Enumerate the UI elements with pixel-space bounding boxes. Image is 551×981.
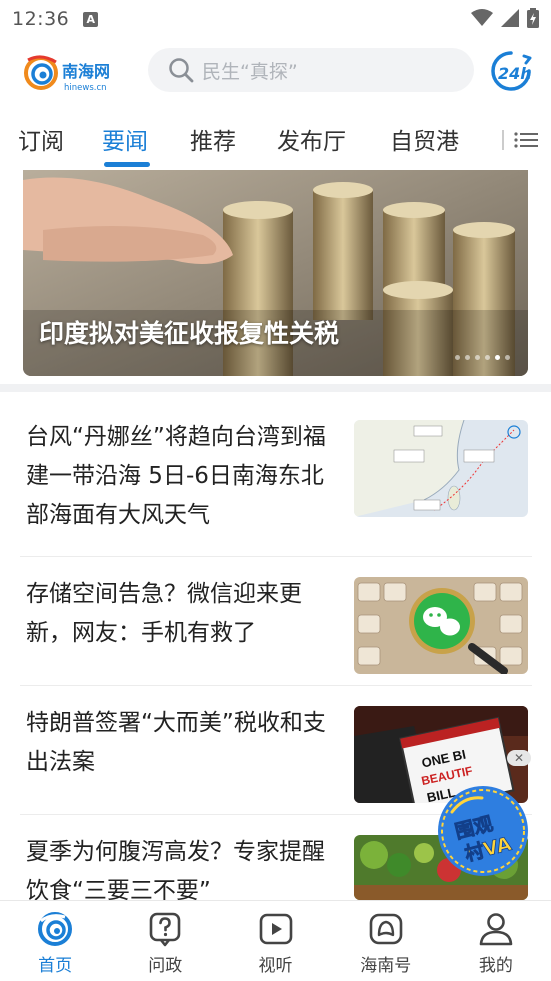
news-list-item[interactable]: 台风“丹娜丝”将趋向台湾到福建一带沿海 5日-6日南海东北部海面有大风天气 — [20, 418, 532, 558]
play-icon — [259, 913, 292, 945]
news-24h-icon[interactable]: 24h — [488, 50, 534, 92]
wifi-icon — [471, 9, 493, 26]
channel-menu-icon[interactable] — [502, 128, 540, 152]
news24-label: 24h — [498, 64, 532, 83]
nav-shiting[interactable]: 视听 — [220, 901, 330, 981]
hinews-logo[interactable]: 南海网 hinews.cn — [22, 50, 132, 92]
channel-tabs: 订阅 要闻 推荐 发布厅 自贸港 — [0, 110, 551, 168]
carousel-dot — [455, 355, 460, 360]
list-divider — [20, 685, 532, 686]
carousel-dot — [485, 355, 490, 360]
logo-name: 南海网 — [62, 62, 110, 81]
nav-mine[interactable]: 我的 — [441, 901, 551, 981]
logo-domain: hinews.cn — [64, 83, 107, 92]
status-bar: 12:36 A — [0, 0, 551, 38]
banner-caption: 印度拟对美征收报复性关税 — [39, 319, 340, 348]
status-time: 12:36 — [12, 8, 70, 30]
question-bubble-icon — [149, 912, 181, 947]
tab-subscribe[interactable]: 订阅 — [18, 122, 64, 156]
tab-headlines[interactable]: 要闻 — [102, 122, 148, 156]
home-swirl-icon — [38, 912, 73, 946]
nav-label: 首页 — [38, 956, 73, 976]
bottom-navigation: 首页 问政 视听 海南号 我的 — [0, 900, 551, 981]
news-thumbnail-typhoon-map — [354, 420, 528, 517]
nav-wenzheng[interactable]: 问政 — [110, 901, 220, 981]
news-list-item[interactable]: 存储空间告急？微信迎来更新，网友：手机有救了 — [20, 575, 532, 687]
tab-recommend[interactable]: 推荐 — [190, 122, 236, 156]
tab-press-hall[interactable]: 发布厅 — [277, 122, 346, 156]
carousel-dot — [475, 355, 480, 360]
active-tab-indicator — [104, 162, 150, 167]
user-icon — [479, 913, 513, 946]
nav-label: 海南号 — [360, 956, 412, 976]
signal-icon — [501, 9, 519, 27]
news-title: 存储空间告急？微信迎来更新，网友：手机有救了 — [26, 581, 302, 646]
nav-hainanhao[interactable]: 海南号 — [331, 901, 441, 981]
carousel-dot — [505, 355, 510, 360]
carousel-dot-active — [495, 355, 500, 360]
battery-icon — [527, 8, 539, 28]
weiguan-cun-va-badge[interactable]: 围观 村VA — [434, 782, 532, 880]
news-title: 台风“丹娜丝”将趋向台湾到福建一带沿海 5日-6日南海东北部海面有大风天气 — [26, 424, 326, 528]
tab-free-trade-port[interactable]: 自贸港 — [390, 122, 459, 156]
list-divider — [20, 556, 532, 557]
search-box[interactable]: 民生“真探” — [148, 48, 474, 92]
section-divider — [0, 384, 551, 392]
nav-label: 我的 — [478, 956, 513, 976]
status-indicators — [471, 8, 539, 28]
close-badge-button[interactable]: ✕ — [507, 750, 531, 766]
header: 南海网 hinews.cn 民生“真探” 24h — [0, 44, 551, 98]
news-title: 特朗普签署“大而美”税收和支出法案 — [26, 710, 326, 775]
nav-label: 视听 — [258, 956, 293, 976]
nav-label: 问政 — [148, 956, 183, 976]
island-icon — [369, 913, 403, 945]
nav-home[interactable]: 首页 — [0, 901, 110, 981]
carousel-dot — [465, 355, 470, 360]
top-banner-carousel[interactable]: 印度拟对美征收报复性关税 — [23, 170, 528, 376]
search-icon — [169, 58, 194, 83]
notification-icon: A — [83, 11, 99, 27]
news-thumbnail-wechat — [354, 577, 528, 674]
search-placeholder: 民生“真探” — [202, 60, 298, 83]
carousel-dots — [455, 355, 510, 360]
